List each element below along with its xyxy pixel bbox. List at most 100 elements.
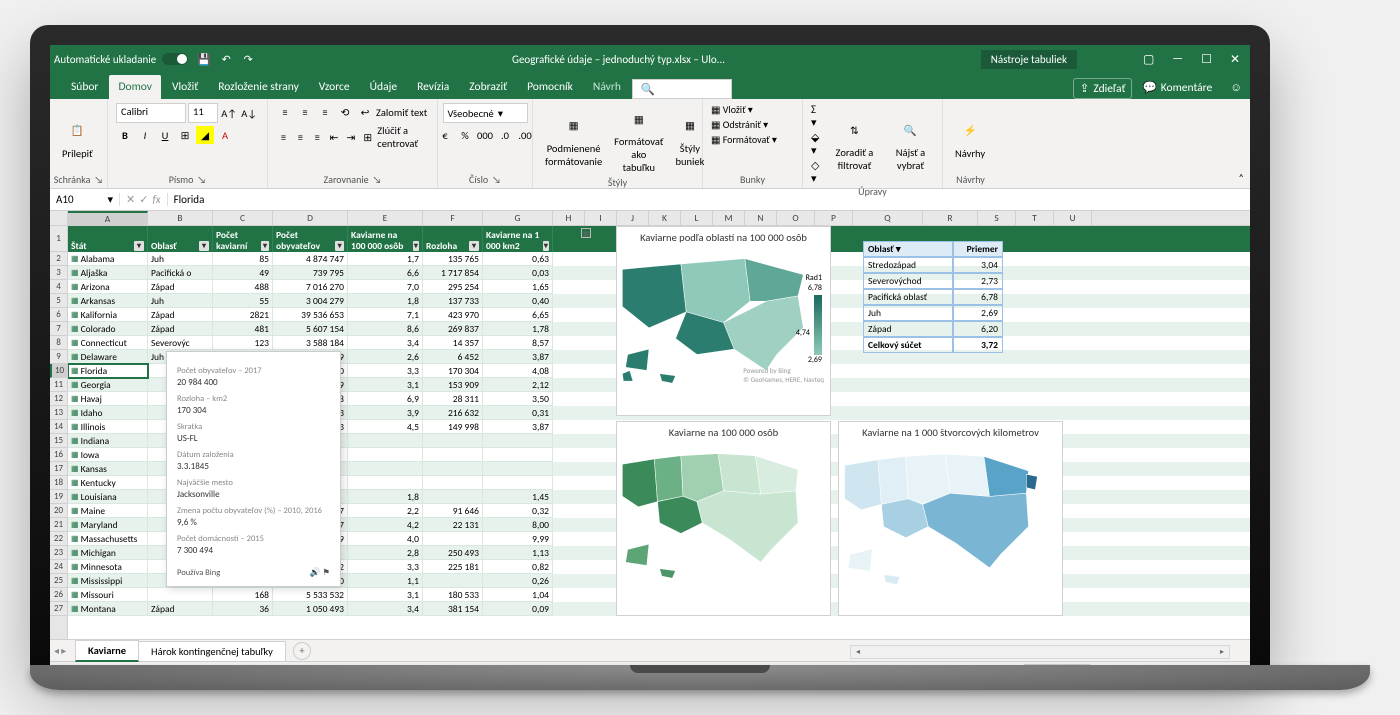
cell-area[interactable] — [423, 462, 483, 476]
dec-decimal-icon[interactable]: .00 — [516, 126, 534, 144]
cell-area[interactable]: 6 452 — [423, 350, 483, 364]
cell-per100k[interactable]: 3,3 — [348, 560, 423, 574]
cell-area[interactable]: 153 909 — [423, 378, 483, 392]
cell-per100k[interactable]: 2,6 — [348, 350, 423, 364]
cell-cafes[interactable]: 49 — [213, 266, 273, 280]
conditional-formatting-button[interactable]: ▦Podmienené formátovanie — [541, 110, 606, 170]
tab-formulas[interactable]: Vzorce — [310, 75, 359, 99]
cell-per1000km[interactable]: 3,87 — [483, 350, 553, 364]
bold-button[interactable]: B — [116, 126, 134, 144]
font-color-button[interactable]: A — [216, 126, 234, 144]
fx-icon[interactable]: fx — [152, 193, 160, 206]
cell-area[interactable] — [423, 574, 483, 588]
cell-per1000km[interactable]: 3,87 — [483, 420, 553, 434]
cell-area[interactable] — [423, 490, 483, 504]
cell-per1000km[interactable]: 0,09 — [483, 602, 553, 616]
cell-per100k[interactable] — [348, 476, 423, 490]
cell-per1000km[interactable]: 9,99 — [483, 532, 553, 546]
format-as-table-button[interactable]: ▦Formátovať ako tabuľku — [610, 103, 667, 176]
cell-per100k[interactable]: 3,1 — [348, 588, 423, 602]
tab-review[interactable]: Revízia — [408, 75, 458, 99]
enter-formula-icon[interactable]: ✓ — [139, 193, 148, 206]
tell-me-search[interactable]: 🔍 Hľadať — [632, 79, 732, 99]
cell-area[interactable]: 1 717 854 — [423, 266, 483, 280]
cell-per1000km[interactable] — [483, 448, 553, 462]
align-right-icon[interactable]: ≡ — [310, 128, 325, 146]
minimize-icon[interactable]: — — [1172, 52, 1183, 67]
cell-region[interactable]: Juh — [148, 252, 213, 266]
cell-per1000km[interactable] — [483, 434, 553, 448]
cell-state[interactable]: ▦Kentucky — [68, 476, 148, 490]
cell-region[interactable]: Západ — [148, 602, 213, 616]
paste-button[interactable]: 📋 Prilepiť — [58, 115, 97, 162]
tab-data[interactable]: Údaje — [361, 75, 406, 99]
cell-cafes[interactable]: 168 — [213, 588, 273, 602]
cell-state[interactable]: ▦Indiana — [68, 434, 148, 448]
cell-region[interactable]: Pacifická o — [148, 266, 213, 280]
cell-state[interactable]: ▦Georgia — [68, 378, 148, 392]
align-bot-icon[interactable]: ≡ — [316, 103, 334, 121]
pivot-value[interactable]: 6,78 — [953, 289, 1003, 305]
cell-per100k[interactable]: 4,2 — [348, 518, 423, 532]
pivot-value[interactable]: 2,69 — [953, 305, 1003, 321]
map-chart-regions[interactable]: Kaviarne podľa oblastí na 100 000 osôb R… — [616, 226, 831, 416]
formula-bar[interactable]: Florida — [168, 193, 1250, 206]
cell-pop[interactable]: 5 607 154 — [273, 322, 348, 336]
align-top-icon[interactable]: ≡ — [276, 103, 294, 121]
cell-per100k[interactable] — [348, 448, 423, 462]
cancel-formula-icon[interactable]: ✕ — [126, 193, 135, 206]
sort-filter-button[interactable]: ⇅Zoradiť a filtrovať — [826, 114, 883, 174]
cell-per1000km[interactable]: 4,08 — [483, 364, 553, 378]
cell-cafes[interactable]: 36 — [213, 602, 273, 616]
cell-per100k[interactable]: 8,6 — [348, 322, 423, 336]
cell-state[interactable]: ▦Maine — [68, 504, 148, 518]
delete-cells-button[interactable]: ▦ Odstrániť ▾ — [711, 118, 768, 131]
add-sheet-button[interactable]: + — [293, 642, 311, 660]
cell-per1000km[interactable]: 0,40 — [483, 294, 553, 308]
border-button[interactable]: ⊞ — [176, 126, 194, 144]
cell-area[interactable]: 22 131 — [423, 518, 483, 532]
indent-dec-icon[interactable]: ⇤ — [327, 128, 342, 146]
redo-icon[interactable]: ↷ — [240, 51, 256, 67]
sheet-tab-kaviarne[interactable]: Kaviarne — [75, 640, 139, 662]
align-left-icon[interactable]: ≡ — [276, 128, 291, 146]
cell-pop[interactable]: 739 795 — [273, 266, 348, 280]
indent-inc-icon[interactable]: ⇥ — [344, 128, 359, 146]
increase-font-icon[interactable]: A↑ — [220, 104, 238, 122]
map-chart-per1000km[interactable]: Kaviarne na 1 000 štvorcových kilometrov — [838, 421, 1063, 616]
filter-dropdown-icon[interactable]: ▾ — [134, 241, 144, 251]
wrap-text-button[interactable]: ↩ — [356, 103, 374, 121]
cell-area[interactable]: 28 311 — [423, 392, 483, 406]
filter-dropdown-icon[interactable]: ▾ — [543, 241, 549, 251]
cell-cafes[interactable]: 55 — [213, 294, 273, 308]
cell-region[interactable]: Západ — [148, 280, 213, 294]
cell-per100k[interactable]: 2,2 — [348, 504, 423, 518]
cell-area[interactable]: 170 304 — [423, 364, 483, 378]
horizontal-scrollbar[interactable]: ◂▸ — [850, 645, 1230, 659]
cell-state[interactable]: ▦Idaho — [68, 406, 148, 420]
pivot-table[interactable]: Oblasť ▾ Priemer Stredozápad3,04Severový… — [863, 241, 1003, 353]
tab-view[interactable]: Zobraziť — [460, 75, 516, 99]
cell-region[interactable]: Západ — [148, 322, 213, 336]
cell-state[interactable]: ▦Alabama — [68, 252, 148, 266]
fill-button[interactable]: ⬙ ▾ — [811, 131, 822, 157]
pivot-value[interactable]: 6,20 — [953, 321, 1003, 337]
tab-design[interactable]: Návrh — [584, 75, 630, 99]
cell-cafes[interactable]: 488 — [213, 280, 273, 294]
cell-per100k[interactable]: 3,9 — [348, 406, 423, 420]
cell-state[interactable]: ▦Massachusetts — [68, 532, 148, 546]
cell-state[interactable]: ▦Arkansas — [68, 294, 148, 308]
cell-pop[interactable]: 3 588 184 — [273, 336, 348, 350]
tab-insert[interactable]: Vložiť — [163, 75, 207, 99]
worksheet[interactable]: 1 234 567 89 10 111213 141516 171819 202… — [50, 211, 1250, 639]
pivot-value[interactable]: 2,73 — [953, 273, 1003, 289]
cell-state[interactable]: ▦Aljaška — [68, 266, 148, 280]
cell-area[interactable]: 269 837 — [423, 322, 483, 336]
map-chart-per100k[interactable]: Kaviarne na 100 000 osôb — [616, 421, 831, 616]
cell-region[interactable]: Juh — [148, 294, 213, 308]
cell-per1000km[interactable] — [483, 476, 553, 490]
percent-icon[interactable]: % — [456, 126, 474, 144]
cell-per1000km[interactable]: 0,26 — [483, 574, 553, 588]
cell-per100k[interactable]: 3,4 — [348, 336, 423, 350]
cell-per1000km[interactable]: 1,04 — [483, 588, 553, 602]
